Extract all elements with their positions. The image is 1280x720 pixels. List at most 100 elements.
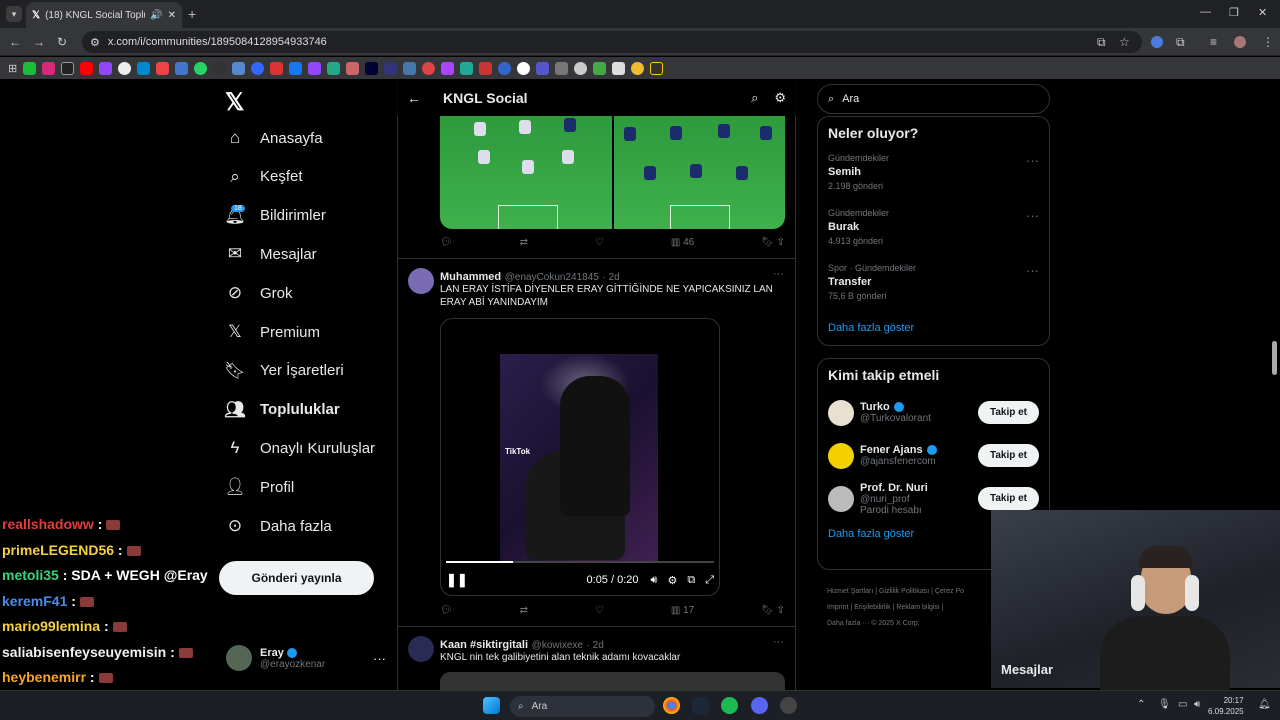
page-scrollbar[interactable]	[1272, 341, 1277, 375]
bookmark-icon[interactable]	[194, 61, 208, 75]
messages-drawer-label[interactable]: Mesajlar	[1001, 662, 1053, 677]
reload-icon[interactable]: ↻	[57, 35, 67, 49]
menu-icon[interactable]: ⋮	[1262, 35, 1274, 49]
back-arrow-icon[interactable]: ←	[407, 90, 421, 106]
follow-button[interactable]: Takip et	[977, 444, 1039, 467]
views-counter[interactable]: ▥ 17	[671, 605, 694, 616]
bookmark-icon[interactable]	[365, 61, 379, 75]
browser-tab[interactable]: 𝕏 (18) KNGL Social Topluluk / 🔊 ✕	[26, 2, 182, 28]
back-icon[interactable]: ←	[9, 35, 21, 49]
more-icon[interactable]: ···	[773, 268, 784, 280]
network-icon[interactable]: ▭	[1178, 699, 1187, 710]
tab-search-button[interactable]: ▾	[6, 6, 22, 22]
discord-icon[interactable]	[751, 697, 768, 714]
taskbar-search[interactable]: ⌕ Ara	[510, 696, 655, 717]
sidebar-item-10[interactable]: 👤︎ Profil	[224, 469, 294, 505]
bookmark-icon[interactable]	[612, 61, 626, 75]
share-icon[interactable]: ⇪	[777, 237, 785, 248]
bookmark-icon[interactable]	[308, 61, 322, 75]
chrome-icon[interactable]	[663, 697, 680, 714]
pause-icon[interactable]: ❚❚	[446, 572, 468, 588]
sidebar-item-5[interactable]: ⊘ Grok	[224, 275, 293, 311]
settings-icon[interactable]: ⚙	[667, 574, 677, 587]
bookmark-icon[interactable]	[23, 61, 37, 75]
close-window-button[interactable]: ✕	[1258, 6, 1267, 19]
views-counter[interactable]: ▥ 46	[671, 237, 694, 248]
x-logo-icon[interactable]: 𝕏	[225, 88, 244, 117]
profile-avatar-icon[interactable]	[1234, 36, 1246, 48]
follow-button[interactable]: Takip et	[977, 487, 1039, 510]
pip-icon[interactable]: ⧉	[687, 574, 695, 587]
bookmark-icon[interactable]	[403, 61, 417, 75]
avatar[interactable]	[408, 268, 434, 294]
tray-chevron-icon[interactable]: ⌃	[1137, 699, 1145, 710]
more-icon[interactable]: ···	[1026, 208, 1039, 223]
maximize-button[interactable]: ❐	[1229, 6, 1239, 19]
bookmark-icon[interactable]	[498, 61, 512, 75]
video-progress-bar[interactable]	[446, 561, 714, 563]
bookmark-icon[interactable]: 🔖︎	[761, 237, 774, 248]
bookmark-icon[interactable]	[346, 61, 360, 75]
taskbar-clock[interactable]: 20:17 6.09.2025	[1208, 695, 1244, 717]
bookmark-icon[interactable]	[42, 61, 56, 75]
tweet-image[interactable]	[440, 672, 785, 690]
close-tab-icon[interactable]: ✕	[168, 10, 176, 21]
more-icon[interactable]: ···	[1026, 263, 1039, 278]
speaker-icon[interactable]: 🔊	[150, 10, 162, 21]
follow-suggestion[interactable]: Fener Ajans @ajansfenercom Takip et	[818, 434, 1049, 477]
bookmark-icon[interactable]	[327, 61, 341, 75]
volume-icon[interactable]: 🔊︎	[651, 574, 658, 587]
star-icon[interactable]: ☆	[1119, 35, 1130, 49]
like-icon[interactable]: ♡	[595, 237, 604, 248]
like-icon[interactable]: ♡	[595, 605, 604, 616]
bookmark-icon[interactable]	[232, 61, 246, 75]
follow-suggestion[interactable]: Turko @Turkovalorant Takip et	[818, 391, 1049, 434]
windows-start-icon[interactable]	[483, 697, 500, 714]
bookmark-icon[interactable]	[479, 61, 493, 75]
bookmark-icon[interactable]	[555, 61, 569, 75]
more-icon[interactable]: ···	[773, 636, 784, 648]
show-more-link[interactable]: Daha fazla göster	[818, 314, 1049, 342]
bookmark-icon[interactable]	[175, 61, 189, 75]
reply-icon[interactable]: 💬︎	[440, 237, 453, 248]
bookmark-icon[interactable]	[251, 61, 265, 75]
spotify-icon[interactable]	[721, 697, 738, 714]
bookmark-icon[interactable]	[536, 61, 550, 75]
tweet-handle[interactable]: @kowixexe	[532, 640, 583, 651]
apps-icon[interactable]: ⊞	[8, 62, 17, 75]
steam-icon[interactable]	[692, 697, 709, 714]
bookmark-icon[interactable]	[517, 61, 531, 75]
install-icon[interactable]: ⧉	[1097, 35, 1106, 50]
avatar[interactable]	[408, 636, 434, 662]
bookmark-icon[interactable]	[384, 61, 398, 75]
trend-item[interactable]: Spor · Gündemdekiler Transfer 75,6 B gönde…	[818, 259, 1049, 314]
forward-icon[interactable]: →	[33, 35, 45, 49]
bookmark-icon[interactable]	[422, 61, 436, 75]
extensions-icon[interactable]: ⧉	[1176, 35, 1185, 50]
sidebar-item-6[interactable]: 𝕏 Premium	[224, 314, 320, 350]
post-button[interactable]: Gönderi yayınla	[219, 561, 374, 595]
bookmark-icon[interactable]	[61, 61, 75, 75]
search-input[interactable]: ⌕ Ara	[817, 84, 1050, 114]
tweet-author[interactable]: Kaan #siktirgitali	[440, 639, 528, 651]
bookmark-icon[interactable]	[631, 61, 645, 75]
sidebar-item-9[interactable]: ϟ Onaylı Kuruluşlar	[224, 430, 376, 466]
microphone-icon[interactable]: 🎙︎	[1158, 699, 1171, 710]
bookmark-icon[interactable]	[270, 61, 284, 75]
tweet-time[interactable]: · 2d	[587, 640, 604, 651]
sidebar-item-7[interactable]: 🔖︎ Yer İşaretleri	[224, 353, 343, 389]
bookmark-icon[interactable]	[118, 61, 132, 75]
media-icon[interactable]: ≡	[1210, 35, 1217, 49]
minimize-button[interactable]: —	[1200, 6, 1211, 18]
sidebar-item-11[interactable]: ⊙ Daha fazla	[224, 508, 332, 544]
sidebar-item-1[interactable]: ⌂ Anasayfa	[224, 120, 323, 156]
app-icon[interactable]	[780, 697, 797, 714]
extension-icon[interactable]	[1151, 36, 1163, 48]
bookmark-icon[interactable]	[441, 61, 455, 75]
sidebar-item-8[interactable]: 👥︎ Topluluklar	[224, 392, 340, 428]
bookmark-icon[interactable]	[574, 61, 588, 75]
bookmark-icon[interactable]	[80, 61, 94, 75]
address-bar[interactable]: ⚙ x.com/i/communities/189508412895493374…	[82, 31, 1142, 53]
reply-icon[interactable]: 💬︎	[440, 605, 453, 616]
sidebar-item-4[interactable]: ✉ Mesajlar	[224, 236, 317, 272]
